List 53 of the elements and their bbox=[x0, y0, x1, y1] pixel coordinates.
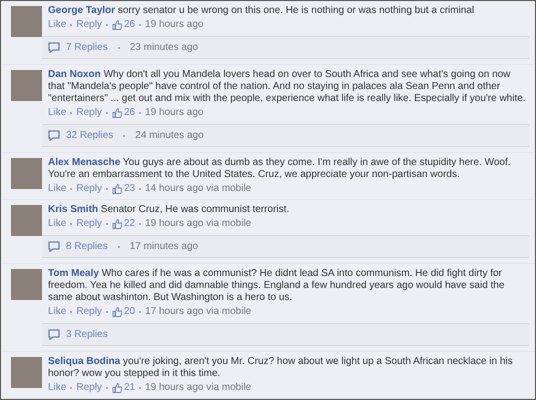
action-link[interactable]: Like bbox=[48, 217, 66, 230]
action-link[interactable]: Like bbox=[48, 182, 66, 195]
action-link[interactable]: Reply bbox=[76, 217, 102, 230]
replies-time: 24 minutes ago bbox=[135, 130, 204, 141]
thumbs-up-icon bbox=[112, 184, 122, 194]
comment-text: Dan Noxon Why don't all you Mandela lovers head on over to South Africa and see what's going on now that "Mandela's people" have control of the nation. And no staying in palaces ala Sean Penn and other "entertainers" ... get out and mix with the people, experience what life is really like. Especially if you're white. bbox=[48, 69, 527, 105]
avatar-photo-placeholder bbox=[11, 70, 42, 101]
avatar-photo-placeholder bbox=[11, 269, 42, 300]
action-link[interactable]: Reply bbox=[76, 182, 102, 195]
speech-bubble-icon bbox=[48, 241, 60, 252]
like-count: 21 bbox=[112, 381, 136, 394]
comment-time: 19 hours ago bbox=[145, 106, 204, 119]
avatar-photo-placeholder bbox=[11, 205, 42, 236]
speech-bubble-icon bbox=[48, 42, 60, 53]
like-count: 26 bbox=[112, 106, 136, 119]
comment-text: George Taylor sorry senator u be wrong on this one. He is nothing or was nothing but a criminal bbox=[48, 5, 476, 17]
comment-text: Kris Smith Senator Cruz, He was communist terrorist. bbox=[48, 204, 290, 216]
avatar-photo-placeholder bbox=[11, 6, 42, 37]
action-link[interactable]: Like bbox=[48, 106, 66, 119]
replies-time: 23 minutes ago bbox=[130, 42, 198, 53]
replies-link[interactable]: 32 Replies bbox=[66, 130, 114, 141]
comment-time: 14 hours ago via mobile bbox=[145, 182, 252, 195]
comment-time: 19 hours ago via mobile bbox=[145, 381, 252, 394]
comment-text: Alex Menasche You guys are about as dumb as they come. I'm really in awe of the stupidity here. Woof. You're an embarrassment to the United States. Cruz, we appreciate your non-partisan words. bbox=[48, 157, 512, 181]
action-link[interactable]: Reply bbox=[76, 106, 102, 119]
comment-time: 19 hours ago via mobile bbox=[145, 217, 252, 230]
avatar-photo-placeholder bbox=[11, 158, 42, 189]
replies-link[interactable]: 8 Replies bbox=[66, 241, 108, 252]
like-count: 26 bbox=[112, 18, 136, 31]
action-link[interactable]: Reply bbox=[76, 18, 102, 31]
comment-text: Seliqua Bodina you're joking, aren't you Mr. Cruz? how about we light up a South African necklace in his honor? wow you stepped in it this time. bbox=[48, 356, 514, 380]
comment-time: 17 hours ago via mobile bbox=[145, 305, 252, 318]
replies-time: 17 minutes ago bbox=[130, 241, 198, 252]
comment-time: 19 hours ago bbox=[145, 18, 204, 31]
like-count: 23 bbox=[112, 182, 136, 195]
action-link[interactable]: Like bbox=[48, 18, 66, 31]
like-count: 20 bbox=[112, 305, 136, 318]
thumbs-up-icon bbox=[112, 20, 122, 30]
speech-bubble-icon bbox=[48, 329, 60, 340]
action-link[interactable]: Reply bbox=[76, 381, 102, 394]
avatar-photo-placeholder bbox=[11, 357, 42, 388]
thumbs-up-icon bbox=[112, 108, 122, 118]
thumbs-up-icon bbox=[112, 306, 122, 316]
action-link[interactable]: Reply bbox=[76, 305, 102, 318]
replies-link[interactable]: 7 Replies bbox=[66, 42, 108, 53]
action-link[interactable]: Like bbox=[48, 381, 66, 394]
comment-text: Tom Mealy Who cares if he was a communist? He didnt lead SA into communism. He did fight dirty for freedom. Yea he killed and did damnable things. England a few hundred years ago would have said the same about washinton. But Washington is a hero to us. bbox=[48, 268, 506, 304]
speech-bubble-icon bbox=[48, 130, 60, 141]
like-count: 22 bbox=[112, 217, 136, 230]
thumbs-up-icon bbox=[112, 218, 122, 228]
thumbs-up-icon bbox=[112, 382, 122, 392]
action-link[interactable]: Like bbox=[48, 305, 66, 318]
replies-link[interactable]: 3 Replies bbox=[66, 329, 108, 340]
